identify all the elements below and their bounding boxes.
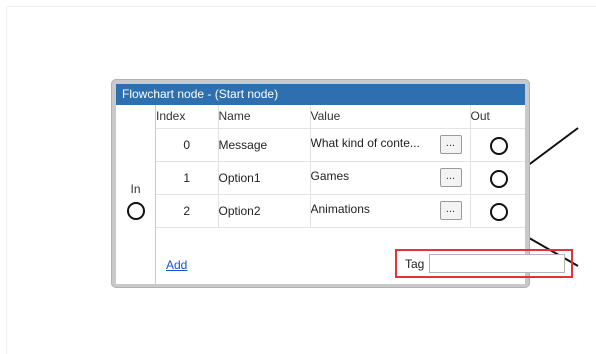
options-table: Index Name Value Out 0 Message What kind… [156, 105, 525, 228]
flowchart-node[interactable]: Flowchart node - (Start node) In Index N… [111, 79, 573, 288]
out-connector-icon[interactable] [489, 202, 508, 221]
out-connector-icon[interactable] [489, 136, 508, 155]
row-index: 2 [156, 194, 219, 228]
node-table-area: Index Name Value Out 0 Message What kind… [156, 105, 573, 284]
tag-input[interactable] [429, 254, 565, 273]
table-row[interactable]: 2 Option2 Animations ... [156, 194, 525, 228]
tag-label: Tag [405, 257, 425, 271]
column-header-out: Out [470, 105, 525, 129]
row-index: 0 [156, 128, 219, 162]
row-value[interactable]: What kind of conte... [311, 136, 420, 150]
edit-value-button[interactable]: ... [439, 134, 462, 154]
row-value-cell[interactable]: Animations ... [310, 194, 471, 228]
row-value[interactable]: Games [311, 169, 350, 183]
node-title[interactable]: Flowchart node - (Start node) [116, 84, 525, 105]
out-cell [470, 128, 525, 162]
in-panel: In [116, 105, 155, 284]
canvas: Flowchart node - (Start node) In Index N… [0, 0, 596, 354]
row-value-cell[interactable]: What kind of conte... ... [310, 128, 471, 162]
edit-value-button[interactable]: ... [439, 167, 462, 187]
row-value[interactable]: Animations [311, 202, 370, 216]
add-link[interactable]: Add [166, 258, 187, 272]
table-header-row: Index Name Value Out [156, 105, 525, 129]
out-cell [470, 194, 525, 228]
edit-value-button[interactable]: ... [439, 200, 462, 220]
in-connector-icon[interactable] [127, 202, 145, 220]
row-value-cell[interactable]: Games ... [310, 161, 471, 195]
row-name[interactable]: Message [218, 128, 311, 162]
out-connector-icon[interactable] [489, 169, 508, 188]
out-cell [470, 161, 525, 195]
in-label: In [130, 182, 141, 196]
column-header-index: Index [156, 105, 219, 129]
row-index: 1 [156, 161, 219, 195]
tag-highlight-box: Tag [395, 249, 573, 278]
row-name[interactable]: Option2 [218, 194, 311, 228]
row-name[interactable]: Option1 [218, 161, 311, 195]
column-header-name: Name [218, 105, 311, 129]
table-row[interactable]: 0 Message What kind of conte... ... [156, 128, 525, 162]
column-header-value: Value [310, 105, 471, 129]
table-row[interactable]: 1 Option1 Games ... [156, 161, 525, 195]
